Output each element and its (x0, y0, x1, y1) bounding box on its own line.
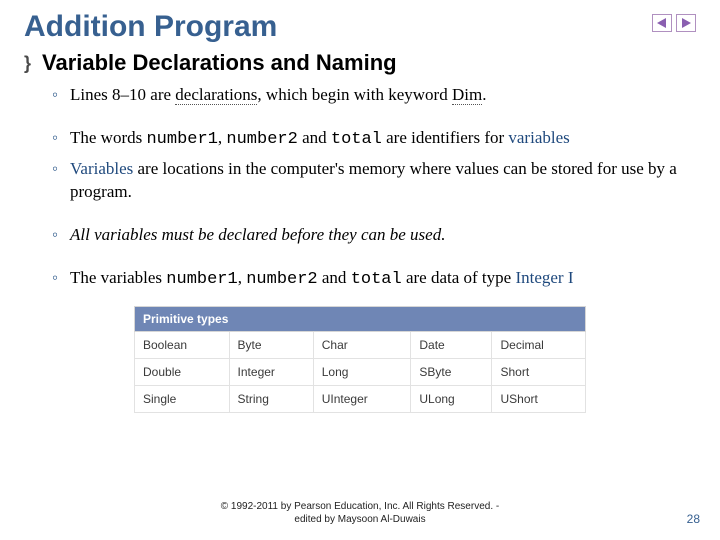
table-cell: Long (313, 358, 411, 385)
table-cell: Char (313, 331, 411, 358)
text: The words (70, 128, 146, 147)
text: are identifiers for (382, 128, 509, 147)
keyword: variables (508, 128, 569, 147)
table-cell: Single (135, 385, 230, 412)
table-cell: Short (492, 358, 586, 385)
keyword: Variables (70, 159, 133, 178)
text: and (318, 268, 351, 287)
bullet-list: All variables must be declared before th… (52, 224, 696, 247)
code-token: number2 (246, 270, 317, 289)
table-header: Primitive types (135, 306, 586, 331)
table-cell: Boolean (135, 331, 230, 358)
bullet-item: All variables must be declared before th… (52, 224, 696, 247)
text: , (238, 268, 247, 287)
prev-button[interactable] (652, 14, 672, 32)
table-cell: UShort (492, 385, 586, 412)
subhead: Variable Declarations and Naming (42, 50, 397, 76)
table-cell: String (229, 385, 313, 412)
table-cell: Byte (229, 331, 313, 358)
bullet-item: Lines 8–10 are declarations, which begin… (52, 84, 696, 107)
page-title: Addition Program (24, 10, 696, 44)
bullet-item: The variables number1, number2 and total… (52, 267, 696, 292)
table-cell: Decimal (492, 331, 586, 358)
code-token: number1 (146, 130, 217, 149)
subhead-row: } Variable Declarations and Naming (24, 50, 696, 76)
table-cell: Double (135, 358, 230, 385)
next-button[interactable] (676, 14, 696, 32)
table-row: Double Integer Long SByte Short (135, 358, 586, 385)
code-token: total (351, 270, 402, 289)
underlined-term: Dim (452, 85, 482, 105)
table-row: Single String UInteger ULong UShort (135, 385, 586, 412)
triangle-left-icon (656, 18, 668, 28)
bullet-list: The words number1, number2 and total are… (52, 127, 696, 204)
footer: © 1992-2011 by Pearson Education, Inc. A… (0, 501, 720, 526)
page-number: 28 (687, 512, 700, 526)
footer-line: © 1992-2011 by Pearson Education, Inc. A… (221, 501, 499, 512)
bullet-glyph: } (24, 54, 42, 72)
bullet-list: Lines 8–10 are declarations, which begin… (52, 84, 696, 107)
italic-text: All variables must be declared before th… (70, 225, 445, 244)
nav-controls (652, 14, 696, 32)
text: and (298, 128, 331, 147)
bullet-item: The words number1, number2 and total are… (52, 127, 696, 152)
text: The variables (70, 268, 166, 287)
code-token: total (331, 130, 382, 149)
table-cell: ULong (411, 385, 492, 412)
code-token: number1 (166, 270, 237, 289)
table-row: Boolean Byte Char Date Decimal (135, 331, 586, 358)
footer-line: edited by Maysoon Al-Duwais (294, 514, 425, 525)
text: are data of type (402, 268, 516, 287)
primitive-types-table-wrap: Primitive types Boolean Byte Char Date D… (134, 306, 586, 413)
slide: Addition Program } Variable Declarations… (0, 0, 720, 540)
triangle-right-icon (680, 18, 692, 28)
bullet-list: The variables number1, number2 and total… (52, 267, 696, 292)
table-cell: SByte (411, 358, 492, 385)
primitive-types-table: Primitive types Boolean Byte Char Date D… (134, 306, 586, 413)
underlined-term: declarations (175, 85, 257, 105)
text: are locations in the computer's memory w… (70, 159, 677, 201)
code-token: number2 (226, 130, 297, 149)
text: . (482, 85, 486, 104)
table-cell: Integer (229, 358, 313, 385)
bullet-item: Variables are locations in the computer'… (52, 158, 696, 204)
table-cell: Date (411, 331, 492, 358)
text: Lines 8–10 are (70, 85, 175, 104)
text: , which begin with keyword (257, 85, 452, 104)
keyword: Integer I (515, 268, 573, 287)
table-cell: UInteger (313, 385, 411, 412)
